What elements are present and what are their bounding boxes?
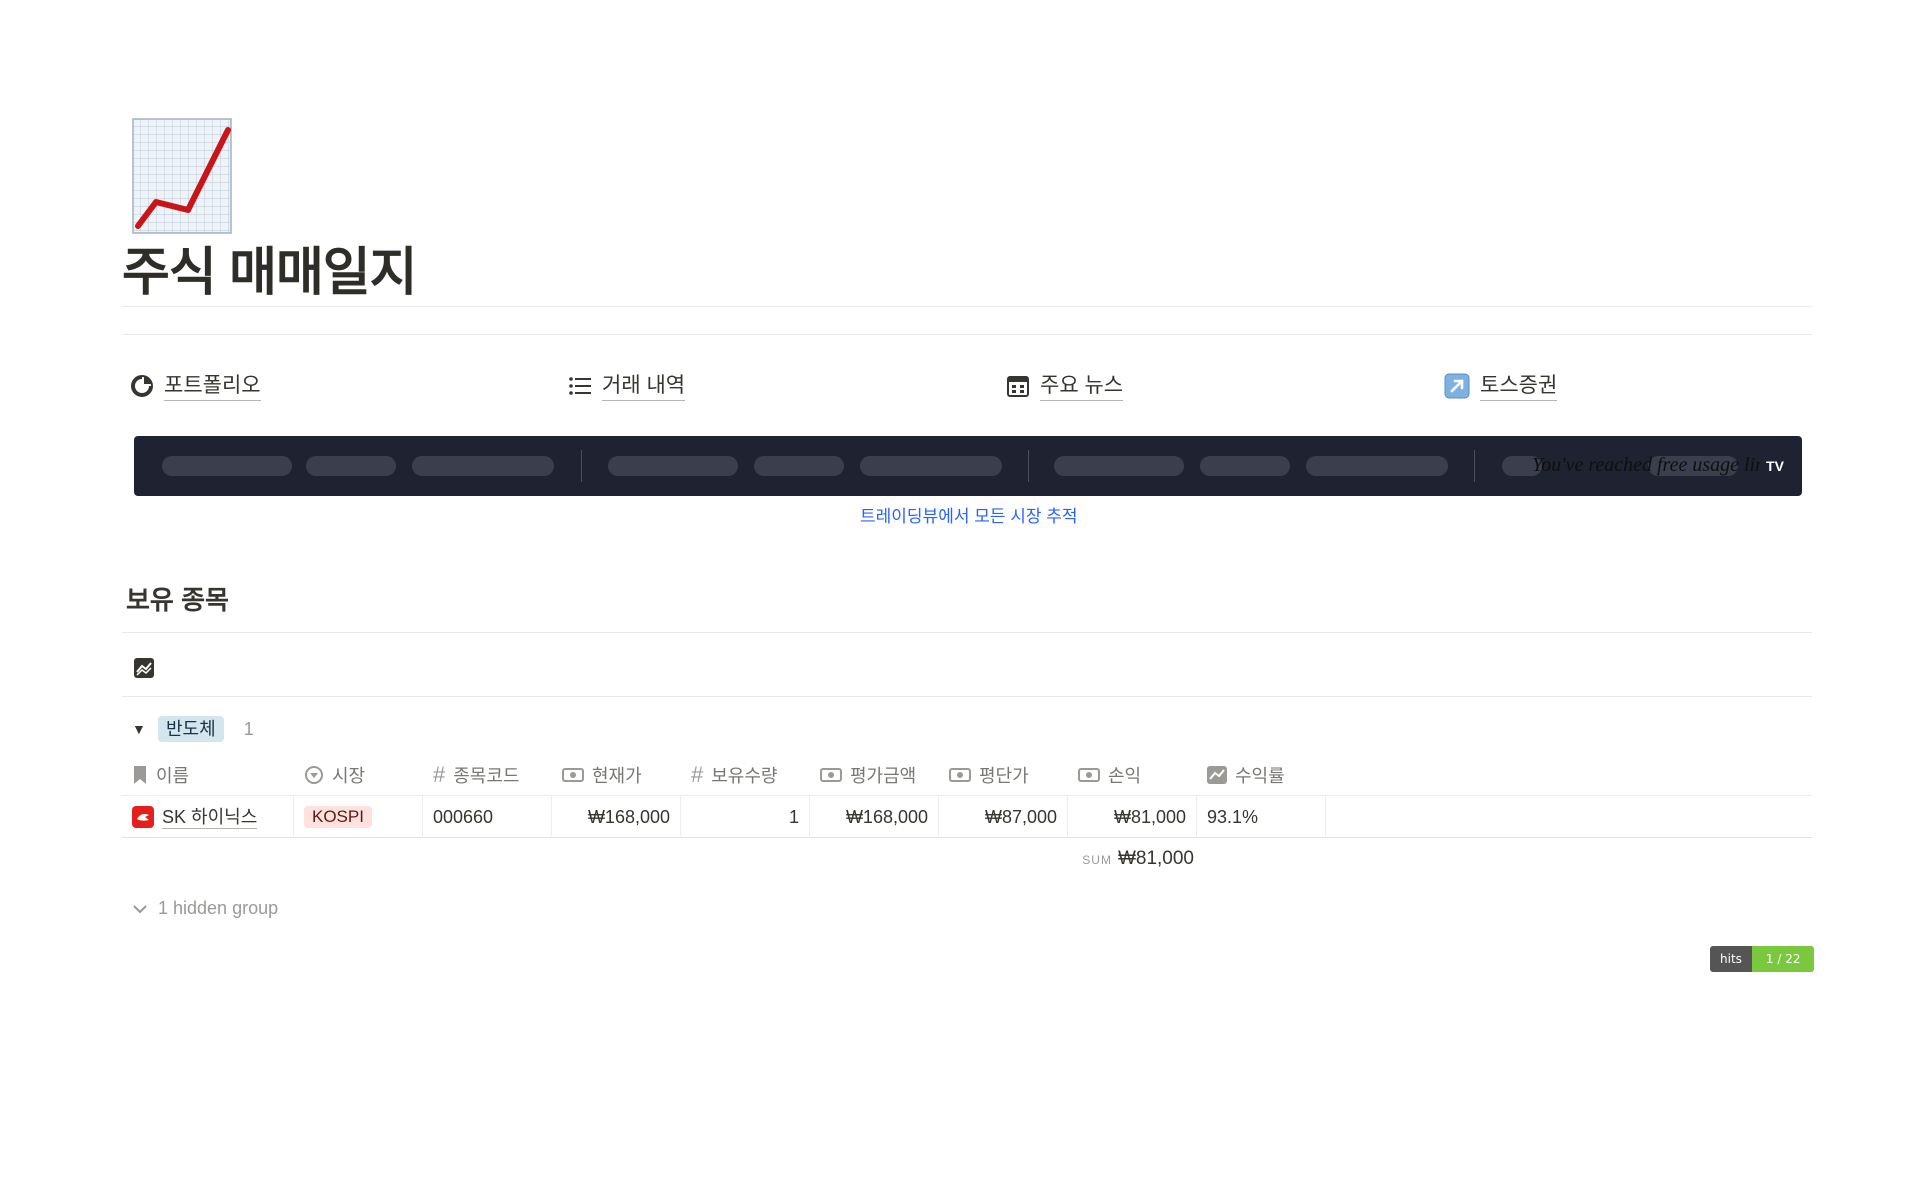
group-header[interactable]: ▼ 반도체 1 (132, 714, 254, 744)
section-divider (122, 632, 1812, 633)
ticker-placeholder (306, 456, 396, 476)
column-header-avg-price[interactable]: 평단가 (939, 754, 1068, 796)
cell-valuation[interactable]: ₩168,000 (810, 796, 939, 838)
column-header-code[interactable]: # 종목코드 (423, 754, 552, 796)
page-title: 주식 매매일지 (122, 244, 417, 302)
money-icon (1078, 768, 1100, 782)
ticker-placeholder (754, 456, 844, 476)
title-divider (122, 306, 1812, 307)
ticker-placeholder (162, 456, 292, 476)
cell-avg-price[interactable]: ₩87,000 (939, 796, 1068, 838)
link-portfolio[interactable]: 포트폴리오 (130, 366, 261, 406)
link-transactions-label: 거래 내역 (602, 372, 686, 401)
cell-market[interactable]: KOSPI (294, 796, 423, 838)
ticker-divider (581, 450, 582, 482)
hidden-group-toggle[interactable]: 1 hidden group (132, 898, 278, 919)
link-toss[interactable]: 토스증권 (1444, 366, 1558, 406)
hits-badge: hits 1 / 22 (1710, 946, 1815, 972)
money-icon (949, 768, 971, 782)
ticker-divider (1474, 450, 1475, 482)
link-transactions[interactable]: 거래 내역 (568, 366, 686, 406)
ticker-placeholder (608, 456, 738, 476)
cell-name[interactable]: SK 하이닉스 (122, 796, 294, 838)
column-header-current-price[interactable]: 현재가 (552, 754, 681, 796)
column-header-valuation[interactable]: 평가금액 (810, 754, 939, 796)
number-icon: # (691, 762, 704, 787)
quick-links: 포트폴리오 거래 내역 주요 뉴스 토스증권 (130, 366, 1810, 406)
table-header: 이름 시장 # 종목코드 현재가 # 보유수량 평가금액 평단가 손익 수익률 (122, 754, 1812, 796)
divider (122, 334, 1812, 335)
ticker-placeholder (1306, 456, 1448, 476)
calendar-icon (1007, 376, 1029, 397)
link-news[interactable]: 주요 뉴스 (1006, 366, 1124, 406)
link-toss-label: 토스증권 (1480, 372, 1558, 401)
bookmark-icon (134, 766, 146, 784)
link-portfolio-label: 포트폴리오 (164, 372, 261, 401)
sum-label: SUM (1082, 853, 1112, 867)
tradingview-link[interactable]: 트레이딩뷰에서 모든 시장 추적 (860, 502, 1078, 527)
list-icon (569, 377, 591, 395)
column-header-name[interactable]: 이름 (122, 754, 294, 796)
chart-increasing-icon[interactable] (132, 118, 232, 234)
hidden-group-label: 1 hidden group (158, 898, 279, 918)
market-tag: KOSPI (304, 806, 372, 828)
ticker-widget[interactable]: You've reached free usage limit TV (134, 436, 1802, 496)
column-header-quantity[interactable]: # 보유수량 (681, 754, 810, 796)
cell-current-price[interactable]: ₩168,000 (552, 796, 681, 838)
cell-code[interactable]: 000660 (423, 796, 552, 838)
link-news-label: 주요 뉴스 (1040, 372, 1124, 401)
ticker-placeholder (1054, 456, 1184, 476)
money-icon (820, 768, 842, 782)
hits-label: hits (1710, 946, 1752, 972)
view-divider (122, 696, 1812, 697)
caret-down-icon[interactable]: ▼ (132, 721, 158, 737)
holdings-table: 이름 시장 # 종목코드 현재가 # 보유수량 평가금액 평단가 손익 수익률 … (122, 754, 1812, 838)
column-header-market[interactable]: 시장 (294, 754, 423, 796)
ticker-placeholder (860, 456, 1002, 476)
ticker-divider (1028, 450, 1029, 482)
money-icon (562, 768, 584, 782)
cell-profit[interactable]: ₩81,000 (1068, 796, 1197, 838)
number-icon: # (433, 762, 446, 787)
hits-value: 1 / 22 (1751, 946, 1815, 972)
chevron-down-icon (133, 904, 147, 913)
section-title: 보유 종목 (126, 585, 229, 615)
column-header-profit[interactable]: 손익 (1068, 754, 1197, 796)
profit-sum[interactable]: SUM ₩81,000 (1072, 848, 1194, 870)
group-count: 1 (243, 718, 254, 739)
table-row[interactable]: SK 하이닉스 KOSPI 000660 ₩168,000 1 ₩168,000… (122, 796, 1812, 838)
arrow-link-icon (1444, 373, 1470, 399)
ticker-placeholder (1200, 456, 1290, 476)
sk-hynix-logo-icon (132, 806, 154, 828)
sum-value: ₩81,000 (1117, 848, 1194, 869)
column-header-return[interactable]: 수익률 (1197, 754, 1326, 796)
pie-chart-icon (131, 375, 153, 397)
tradingview-logo[interactable]: TV (1760, 454, 1790, 478)
select-icon (305, 766, 323, 784)
cell-return[interactable]: 93.1% (1197, 796, 1326, 838)
group-tag: 반도체 (158, 716, 224, 742)
ticker-placeholder (412, 456, 554, 476)
chart-line-icon (1207, 766, 1227, 784)
cell-quantity[interactable]: 1 (681, 796, 810, 838)
usage-limit-message: You've reached free usage limit (1532, 454, 1781, 476)
chart-line-icon[interactable] (134, 658, 154, 683)
